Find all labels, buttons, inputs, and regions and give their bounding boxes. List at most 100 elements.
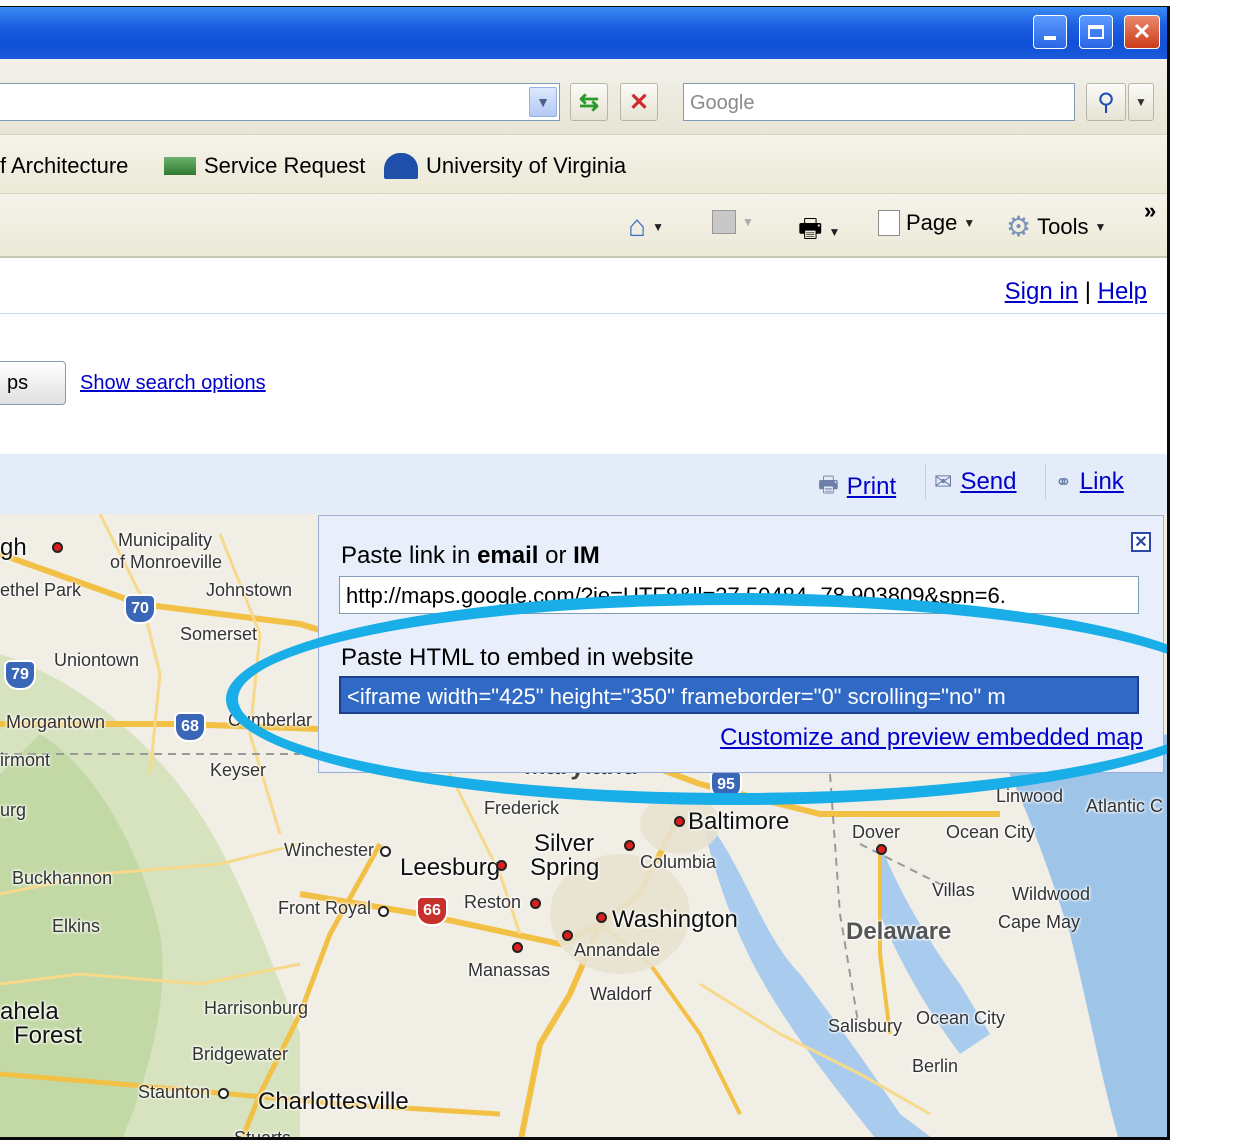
map-label: Forest [14, 1022, 83, 1049]
map-label: Municipality [118, 530, 213, 550]
sign-in-link[interactable]: Sign in [1005, 278, 1078, 305]
close-icon: ✕ [1132, 19, 1152, 44]
link-label: Service Request [204, 153, 366, 178]
stop-icon: ✕ [628, 88, 650, 116]
address-dropdown-button[interactable]: ▼ [529, 87, 557, 117]
interstate-shield: 68 [174, 712, 206, 742]
map-label: Frederick [484, 798, 560, 818]
page-icon [878, 210, 900, 236]
interstate-shield: 70 [124, 594, 156, 624]
search-input[interactable]: Google [683, 83, 1075, 121]
search-options-dropdown[interactable]: ▼ [1128, 83, 1154, 121]
city-marker [496, 860, 507, 871]
map-label: Atlantic C [1086, 796, 1164, 816]
interstate-shield: 66 [416, 896, 448, 926]
map-label: Leesburg [400, 854, 501, 881]
show-search-options-link[interactable]: Show search options [80, 372, 266, 395]
map-label: Front Royal [278, 898, 372, 918]
print-link-label: Print [846, 473, 897, 500]
links-bar: f Architecture Service Request Universit… [0, 134, 1167, 194]
map-label: Annandale [574, 940, 661, 960]
printer-icon: 🖶 [818, 472, 839, 497]
map-label: Johnstown [206, 580, 293, 600]
map-label: Charlottesville [258, 1088, 409, 1115]
map-label: Cape May [998, 912, 1081, 932]
embed-html-field[interactable]: <iframe width="425" height="350" framebo… [339, 676, 1139, 714]
tools-menu-label: Tools [1037, 213, 1089, 239]
help-link[interactable]: Help [1098, 278, 1147, 305]
share-link-popup: ✕ Paste link in email or IM http://maps.… [318, 515, 1164, 773]
home-button[interactable]: ⌂ ▼ [628, 210, 664, 244]
close-window-button[interactable]: ✕ [1124, 15, 1160, 49]
map-action-bar: 🖶 Print ✉ Send ⚭ Link [0, 454, 1167, 514]
google-top-links: Sign in | Help [0, 258, 1167, 314]
search-area: ps Show search options [0, 314, 1167, 454]
map-label: of Monroeville [110, 552, 223, 572]
feeds-button[interactable]: ▼ [712, 210, 754, 234]
label-bold-email: email [477, 542, 539, 569]
map-label: Cumberlar [228, 710, 313, 730]
embed-label: Paste HTML to embed in website [341, 644, 694, 671]
divider [925, 464, 926, 500]
page-menu-label: Page [906, 210, 958, 235]
print-link[interactable]: 🖶 Print [818, 468, 896, 506]
customize-embed-link[interactable]: Customize and preview embedded map [720, 724, 1143, 752]
link-service-request[interactable]: Service Request [164, 153, 365, 179]
send-link[interactable]: ✉ Send [934, 468, 1017, 496]
map-label: Washington [612, 906, 738, 933]
gear-icon: ⚙ [1006, 211, 1032, 242]
label-bold-im: IM [573, 542, 600, 569]
map-label: Buckhannon [12, 868, 113, 888]
restore-button[interactable] [1079, 15, 1113, 49]
map-label: Bridgewater [192, 1044, 289, 1064]
map-label: Uniontown [54, 650, 140, 670]
stop-button[interactable]: ✕ [620, 83, 658, 121]
address-toolbar: ▼ ⇆ ✕ Google ⚲ ▼ [0, 59, 1167, 134]
map-label: Villas [932, 880, 975, 900]
map-label: gh [0, 534, 27, 561]
map-label: Baltimore [688, 808, 790, 835]
link-label: University of Virginia [426, 153, 627, 178]
more-commands-button[interactable]: » [1144, 198, 1156, 224]
chevron-down-icon: ▼ [536, 94, 550, 110]
close-popup-button[interactable]: ✕ [1131, 532, 1151, 552]
map-label: Delaware [846, 918, 952, 945]
print-button[interactable]: 🖶 ▼ [798, 210, 840, 254]
map-label: Columbia [640, 852, 717, 872]
browser-window: ✕ ▼ ⇆ ✕ Google ⚲ ▼ f Architecture Servic… [0, 6, 1170, 1140]
map-label: Wildwood [1012, 884, 1091, 904]
link-architecture[interactable]: f Architecture [0, 153, 128, 179]
tools-menu-button[interactable]: ⚙ Tools ▼ [1006, 210, 1106, 243]
map-label: Manassas [468, 960, 551, 980]
label-text: or [538, 542, 574, 569]
search-icon: ⚲ [1097, 88, 1115, 116]
search-maps-button[interactable]: ps [0, 361, 66, 405]
link-label: f Architecture [0, 153, 129, 178]
interstate-shield: 79 [4, 660, 36, 690]
map-label: Elkins [52, 916, 101, 936]
map-label: Staunton [138, 1082, 211, 1102]
city-marker [512, 942, 523, 953]
search-button[interactable]: ⚲ [1086, 83, 1126, 121]
map-label: Morgantown [6, 712, 106, 732]
refresh-icon: ⇆ [578, 88, 600, 116]
page-menu-button[interactable]: Page ▼ [878, 210, 975, 236]
refresh-button[interactable]: ⇆ [570, 83, 608, 121]
link-link-label: Link [1079, 468, 1124, 495]
rotunda-icon [384, 153, 418, 179]
link-link[interactable]: ⚭ Link [1055, 468, 1124, 496]
map-label: Dover [852, 822, 901, 842]
printer-icon: 🖶 [798, 213, 823, 243]
command-bar: ⌂ ▼ ▼ 🖶 ▼ Page ▼ ⚙ Tools ▼ » [0, 194, 1167, 258]
divider [1045, 464, 1046, 500]
send-link-label: Send [960, 468, 1017, 495]
map-label: Somerset [180, 624, 258, 644]
minimize-button[interactable] [1033, 15, 1067, 49]
map-label: urg [0, 800, 27, 820]
chain-link-icon: ⚭ [1055, 471, 1072, 494]
link-url-field[interactable]: http://maps.google.com/?ie=UTF8&ll=37.50… [339, 576, 1139, 614]
map-label: Ocean City [916, 1008, 1006, 1028]
address-input[interactable]: ▼ [0, 83, 560, 121]
link-university-of-virginia[interactable]: University of Virginia [384, 153, 626, 179]
map-label: Stuarts [234, 1128, 292, 1140]
